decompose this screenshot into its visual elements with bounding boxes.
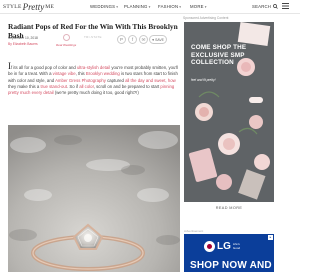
sidebar-ad[interactable]: COME SHOP THE EXCLUSIVE SMP COLLECTION f… — [184, 22, 274, 214]
email-icon: ✉ — [141, 36, 146, 42]
article-photo[interactable] — [8, 125, 180, 272]
body-text: (we're pretty much doing it too, good ri… — [53, 90, 139, 96]
lg-brand: LG — [217, 241, 231, 252]
logo-word-pretty: Pretty — [22, 2, 45, 12]
body-text: they make this a — [8, 83, 41, 89]
lg-slogan: Life's Good — [232, 242, 241, 250]
body-text: , this — [75, 71, 86, 77]
nav-item-fashion[interactable]: FASHION ▾ — [158, 4, 181, 9]
advertisement-label: Advertisement — [184, 229, 204, 233]
body-link[interactable]: all the day and sweet, how — [125, 78, 176, 83]
article-author[interactable]: By Elizabeth Bauers — [8, 42, 38, 46]
region-badge: TRI-STATE — [84, 35, 102, 39]
real-weddings-badge[interactable]: Real Weddings — [56, 34, 78, 48]
nav-item-label: WEDDINGS — [90, 4, 116, 9]
search-label: SEARCH — [252, 4, 272, 9]
pinterest-icon: P — [119, 37, 123, 42]
body-text: f its all for a good pop of color and — [11, 65, 77, 70]
search-button[interactable]: SEARCH — [252, 4, 278, 9]
lg-logo: LG Life's Good — [204, 241, 240, 252]
lg-logo-icon — [204, 241, 215, 252]
ad-choices-icon[interactable]: ▸ — [268, 235, 273, 240]
nav-item-label: PLANNING — [124, 4, 148, 9]
chevron-down-icon: ▾ — [179, 4, 182, 9]
nav-item-weddings[interactable]: WEDDINGS ▾ — [90, 4, 118, 9]
facebook-share-button[interactable]: f — [128, 35, 137, 44]
body-link[interactable]: all color — [79, 84, 94, 89]
ad-tagline: feel and fit pretty! — [191, 78, 216, 82]
facebook-icon: f — [131, 37, 134, 42]
body-link[interactable]: Amber Gress Photography — [55, 78, 106, 83]
body-link[interactable]: true stand-out — [40, 84, 67, 89]
search-icon — [272, 4, 278, 9]
body-link[interactable]: every detail — [32, 90, 54, 95]
read-more-button[interactable]: READ MORE — [184, 202, 274, 214]
chevron-down-icon: ▾ — [148, 4, 151, 9]
body-text: captured — [105, 77, 126, 83]
ring-photo-illustration — [8, 125, 180, 272]
lg-slogan-line2: Good — [232, 245, 241, 250]
ad-headline: COME SHOP THE EXCLUSIVE SMP COLLECTION — [191, 44, 247, 66]
body-text: . So if — [67, 83, 80, 89]
top-nav: STYLE Pretty ME WEDDINGS ▾ PLANNING ▾ FASH… — [0, 0, 300, 14]
chevron-down-icon: ▾ — [204, 4, 207, 9]
body-link[interactable]: ultra-stylish detail — [77, 65, 110, 70]
nav-item-planning[interactable]: PLANNING ▾ — [124, 4, 151, 9]
body-text: , scroll on and be prepared to start — [93, 83, 161, 89]
pinterest-share-button[interactable]: P — [117, 35, 126, 44]
sponsored-label: Sponsored Advertising Content — [183, 16, 229, 20]
lg-ad-banner[interactable]: ▸ LG Life's Good SHOP NOW AND — [184, 234, 274, 272]
lg-cta[interactable]: SHOP NOW AND — [190, 260, 272, 271]
article-date: September 10, 2018 — [8, 36, 38, 40]
nav-item-more[interactable]: MORE ▾ — [190, 4, 207, 9]
save-button[interactable]: ♥ SAVE — [149, 35, 167, 44]
nav-item-label: FASHION — [158, 4, 179, 9]
site-logo[interactable]: STYLE Pretty ME — [3, 2, 54, 12]
ring-icon — [63, 34, 70, 41]
logo-word-style: STYLE — [3, 4, 22, 10]
badge-label: Real Weddings — [56, 43, 77, 47]
logo-word-me: ME — [45, 4, 55, 10]
chevron-down-icon: ▾ — [116, 4, 119, 9]
email-share-button[interactable]: ✉ — [139, 35, 148, 44]
nav-item-label: MORE — [190, 4, 204, 9]
menu-icon[interactable] — [282, 3, 289, 11]
body-link[interactable]: vintage vibe — [53, 71, 76, 76]
body-link[interactable]: Brooklyn wedding — [86, 71, 120, 76]
article-intro: If its all for a good pop of color and u… — [8, 62, 180, 96]
